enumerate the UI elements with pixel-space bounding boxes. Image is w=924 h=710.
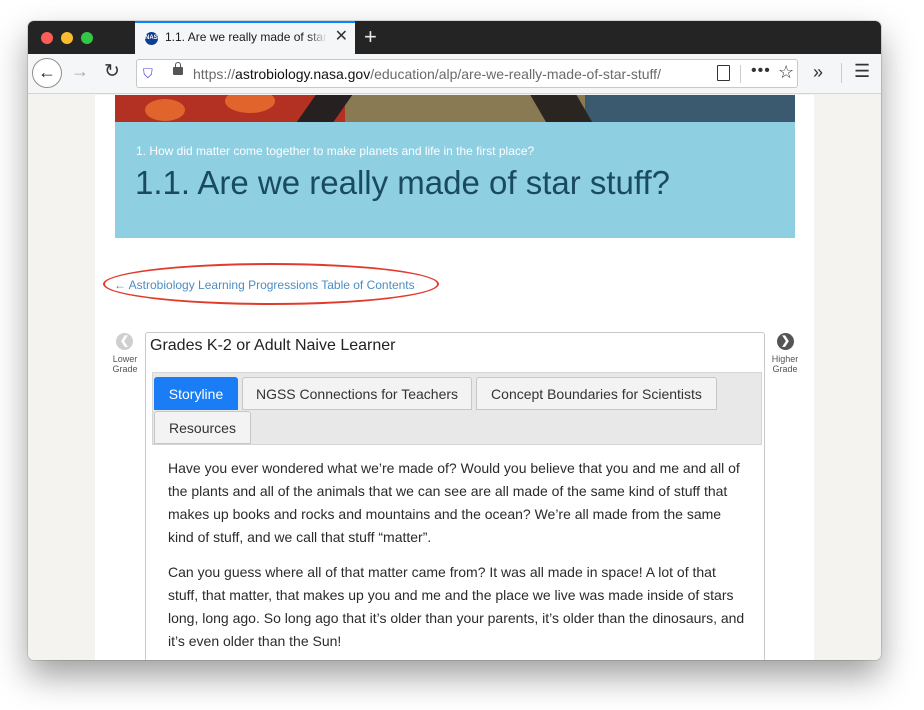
storyline-paragraph: Can you guess where all of that matter c… — [168, 564, 745, 649]
browser-tab[interactable]: NASA 1.1. Are we really made of star stu… — [135, 21, 355, 54]
browser-window: NASA 1.1. Are we really made of star stu… — [28, 21, 881, 660]
higher-grade-label[interactable]: Higher Grade — [767, 354, 803, 374]
url-text[interactable]: https://astrobiology.nasa.gov/education/… — [193, 66, 661, 82]
lock-icon[interactable] — [173, 62, 183, 75]
title-bar: NASA 1.1. Are we really made of star stu… — [28, 21, 881, 54]
tab-storyline[interactable]: Storyline — [154, 377, 238, 410]
question-subtitle: 1. How did matter come together to make … — [136, 144, 535, 158]
minimize-window-button[interactable] — [61, 32, 73, 44]
nav-toolbar: ← → ↻ ⛉ https://astrobiology.nasa.gov/ed… — [28, 54, 881, 94]
back-arrow-icon[interactable]: ← — [32, 58, 62, 88]
shield-icon[interactable]: ⛉ — [143, 66, 153, 82]
tab-close-icon[interactable]: ✕ — [335, 28, 348, 46]
hero-blob — [145, 99, 185, 121]
forward-arrow-icon[interactable]: → — [71, 61, 89, 82]
overflow-chevron-icon[interactable]: » — [813, 62, 823, 83]
grade-card: Grades K-2 or Adult Naive Learner Storyl… — [145, 332, 765, 660]
url-domain: astrobiology.nasa.gov — [235, 66, 371, 82]
hero-space-region — [585, 95, 795, 122]
new-tab-button[interactable]: + — [364, 24, 377, 50]
nasa-favicon-icon: NASA — [145, 32, 162, 45]
bookmark-star-icon[interactable]: ☆ — [778, 62, 794, 83]
url-bar[interactable]: ⛉ https://astrobiology.nasa.gov/educatio… — [136, 59, 798, 88]
reader-view-icon[interactable] — [717, 65, 730, 81]
tab-resources[interactable]: Resources — [154, 411, 251, 444]
page-title: 1.1. Are we really made of star stuff? — [135, 164, 670, 201]
close-window-button[interactable] — [41, 32, 53, 44]
page-viewport[interactable]: 1. How did matter come together to make … — [28, 95, 881, 660]
url-divider — [740, 65, 741, 83]
tab-concept-boundaries[interactable]: Concept Boundaries for Scientists — [476, 377, 717, 410]
more-actions-icon[interactable]: ••• — [751, 62, 771, 80]
maximize-window-button[interactable] — [81, 32, 93, 44]
reload-icon[interactable]: ↻ — [104, 60, 120, 83]
higher-grade-icon[interactable]: ❯ — [777, 333, 794, 350]
tab-ngss-connections[interactable]: NGSS Connections for Teachers — [242, 377, 472, 410]
grade-title: Grades K-2 or Adult Naive Learner — [150, 337, 396, 354]
lower-grade-icon[interactable]: ❮ — [116, 333, 133, 350]
storyline-text: Have you ever wondered what we’re made o… — [168, 457, 746, 660]
hamburger-menu-icon[interactable]: ☰ — [854, 61, 870, 82]
annotation-ellipse — [103, 263, 439, 305]
content-tabs: Storyline NGSS Connections for Teachers … — [152, 372, 762, 445]
storyline-paragraph: Have you ever wondered what we’re made o… — [168, 460, 740, 545]
lower-grade-label[interactable]: Lower Grade — [108, 354, 142, 374]
tab-title: 1.1. Are we really made of star stuff? — [165, 30, 327, 44]
page-header: 1. How did matter come together to make … — [115, 122, 795, 238]
toolbar-divider — [841, 63, 842, 83]
hero-illustration — [115, 95, 795, 122]
